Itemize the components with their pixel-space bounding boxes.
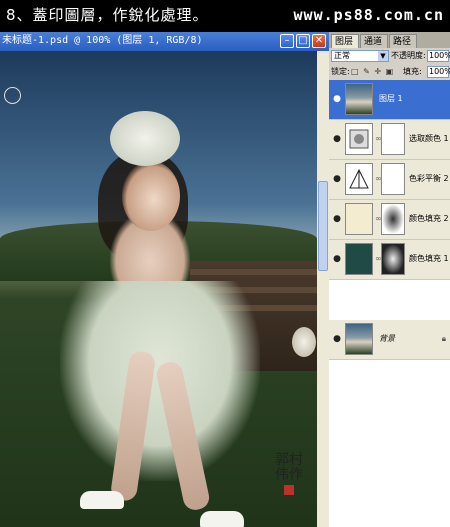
flower-bouquet	[292, 327, 316, 357]
banner-step-title: 8、蓋印圖層，作銳化處理。	[6, 6, 209, 24]
maximize-button[interactable]: □	[296, 34, 310, 48]
layer-row-color-balance[interactable]: ● ∞ 色彩平衡 2	[329, 160, 450, 200]
scrollbar-thumb[interactable]	[318, 181, 328, 271]
color-fill-swatch	[345, 243, 373, 275]
tab-paths[interactable]: 路径	[389, 34, 417, 48]
layer-thumbnail	[345, 323, 373, 355]
eye-icon[interactable]: ●	[331, 253, 343, 265]
minimize-button[interactable]: –	[280, 34, 294, 48]
chevron-down-icon: ▼	[378, 51, 388, 61]
layer-thumbnail	[345, 83, 373, 115]
eye-icon[interactable]: ●	[331, 93, 343, 105]
layers-panel: 图层 通道 路径 正常 ▼ 不透明度: 100% 锁定: □ ✎ ✛ ▣ 填充:…	[329, 32, 450, 527]
layer-name: 颜色填充 1	[409, 254, 449, 263]
layer-name: 图层 1	[379, 94, 403, 103]
model-face	[122, 161, 180, 231]
color-fill-swatch	[345, 203, 373, 235]
opacity-label: 不透明度:	[391, 51, 426, 60]
signature-text: 郭村伟作	[275, 452, 303, 483]
white-shoe-right	[200, 511, 244, 527]
fill-label: 填充:	[403, 67, 422, 76]
blend-mode-value: 正常	[334, 51, 350, 60]
blend-options-row: 正常 ▼ 不透明度: 100%	[329, 48, 450, 64]
tab-channels[interactable]: 通道	[360, 34, 388, 48]
opacity-field[interactable]: 100%	[427, 50, 450, 62]
eye-icon[interactable]: ●	[331, 333, 343, 345]
layer-mask-thumbnail	[381, 163, 405, 195]
layer-row-selective-color[interactable]: ● ∞ 选取颜色 1	[329, 120, 450, 160]
vertical-scrollbar[interactable]	[317, 51, 329, 527]
artist-signature: 郭村伟作	[271, 453, 307, 513]
lock-icons[interactable]: □ ✎ ✛ ▣	[351, 67, 394, 77]
layer-name: 色彩平衡 2	[409, 174, 449, 183]
lock-options-row: 锁定: □ ✎ ✛ ▣ 填充: 100%	[329, 64, 450, 80]
layer-mask-thumbnail	[381, 123, 405, 155]
layer-name: 颜色填充 2	[409, 214, 449, 223]
selective-color-icon	[345, 123, 373, 155]
layer-list: ● 图层 1 ● ∞ 选取颜色 1 ● ∞ 色彩平衡 2 ● ∞ 颜色填充 2 …	[329, 80, 450, 527]
layer-name: 选取颜色 1	[409, 134, 449, 143]
seal-stamp-icon	[284, 485, 294, 495]
bridal-headpiece	[110, 111, 180, 166]
eye-icon[interactable]: ●	[331, 173, 343, 185]
layer-name: 背景	[379, 334, 395, 343]
document-window: 未标题-1.psd @ 100% (图层 1, RGB/8) – □ ✕ 郭村伟…	[0, 32, 329, 527]
color-balance-icon	[345, 163, 373, 195]
layer-mask-thumbnail	[381, 203, 405, 235]
panel-tabs: 图层 通道 路径	[329, 32, 450, 48]
document-title: 未标题-1.psd @ 100% (图层 1, RGB/8)	[2, 35, 203, 46]
eye-icon[interactable]: ●	[331, 133, 343, 145]
lock-icon: 🔒︎	[441, 334, 446, 343]
layer-row-color-fill-2[interactable]: ● ∞ 颜色填充 2	[329, 200, 450, 240]
blend-mode-select[interactable]: 正常 ▼	[331, 50, 389, 62]
eye-icon[interactable]: ●	[331, 213, 343, 225]
document-titlebar[interactable]: 未标题-1.psd @ 100% (图层 1, RGB/8) – □ ✕	[0, 32, 329, 51]
brush-cursor-icon	[4, 87, 21, 104]
layer-row-color-fill-1[interactable]: ● ∞ 颜色填充 1	[329, 240, 450, 280]
layer-mask-thumbnail	[381, 243, 405, 275]
banner-site-url: www.ps88.com.cn	[293, 6, 444, 24]
image-canvas[interactable]: 郭村伟作	[0, 51, 317, 527]
white-shoe-left	[80, 491, 124, 509]
layer-row-background[interactable]: ● 背景 🔒︎	[329, 320, 450, 360]
lock-label: 锁定:	[331, 67, 350, 76]
close-button[interactable]: ✕	[312, 34, 326, 48]
bench-slat	[190, 269, 317, 275]
layer-row-layer1[interactable]: ● 图层 1	[329, 80, 450, 120]
fill-field[interactable]: 100%	[427, 66, 450, 78]
tab-layers[interactable]: 图层	[331, 34, 359, 48]
tutorial-banner: 8、蓋印圖層，作銳化處理。 www.ps88.com.cn	[0, 0, 450, 32]
